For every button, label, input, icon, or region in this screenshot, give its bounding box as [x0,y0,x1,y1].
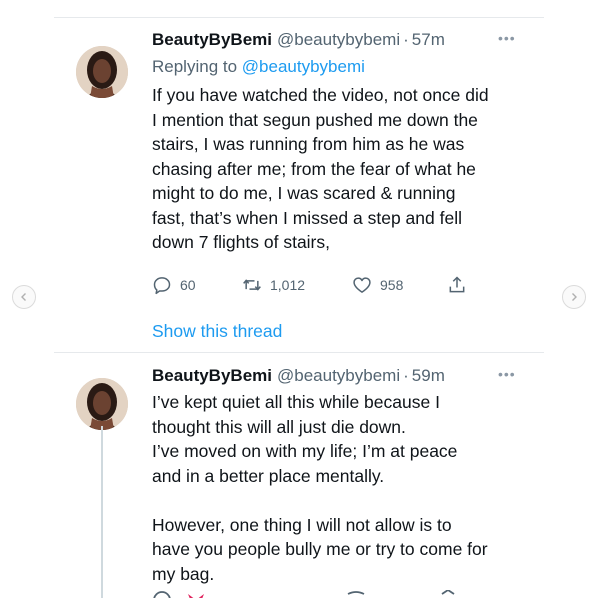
partial-action-icons [153,590,455,598]
separator: · [403,30,409,49]
carousel-next-button[interactable] [562,285,586,309]
share-button[interactable] [447,275,467,295]
tweet-2-actions-partial [152,590,472,598]
divider-top [54,17,544,18]
more-options-icon[interactable]: ••• [498,366,516,382]
chevron-right-icon [572,293,577,301]
thread-connector-line [101,426,103,598]
more-options-icon[interactable]: ••• [498,30,516,46]
avatar[interactable] [76,46,128,98]
share-icon [449,275,465,292]
profile-photo-icon [76,378,128,430]
timestamp[interactable]: 59m [412,366,445,386]
tweet-header: BeautyByBemi @beautybybemi · 57m [152,30,532,52]
tweet-actions: 60 1,012 958 [152,273,532,297]
display-name[interactable]: BeautyByBemi [152,366,272,386]
timestamp[interactable]: 57m [412,30,445,50]
carousel-prev-button[interactable] [12,285,36,309]
replying-to: Replying to @beautybybemi [152,56,532,78]
like-count: 958 [380,276,404,293]
user-handle[interactable]: @beautybybemi [277,30,400,50]
tweet-header: BeautyByBemi @beautybybemi · 59m [152,366,532,388]
chevron-left-icon [21,293,26,301]
tweet-text: If you have watched the video, not once … [152,85,489,252]
avatar[interactable] [76,378,128,430]
show-thread-link[interactable]: Show this thread [152,321,532,342]
retweet-button[interactable]: 1,012 [242,275,352,295]
replying-to-mention[interactable]: @beautybybemi [242,57,365,76]
display-name[interactable]: BeautyByBemi [152,30,272,50]
heart-icon [353,276,371,293]
divider-middle [54,352,544,353]
separator: · [403,366,409,385]
profile-photo-icon [76,46,128,98]
reply-button[interactable]: 60 [152,275,242,295]
retweet-count: 1,012 [270,276,306,293]
user-handle[interactable]: @beautybybemi [277,366,400,386]
like-button[interactable]: 958 [352,275,447,295]
reply-count: 60 [180,276,196,293]
tweet-text: I’ve kept quiet all this while because I… [152,392,488,584]
replying-to-label: Replying to [152,57,238,76]
retweet-icon [243,278,261,291]
speech-bubble-icon [153,276,171,294]
